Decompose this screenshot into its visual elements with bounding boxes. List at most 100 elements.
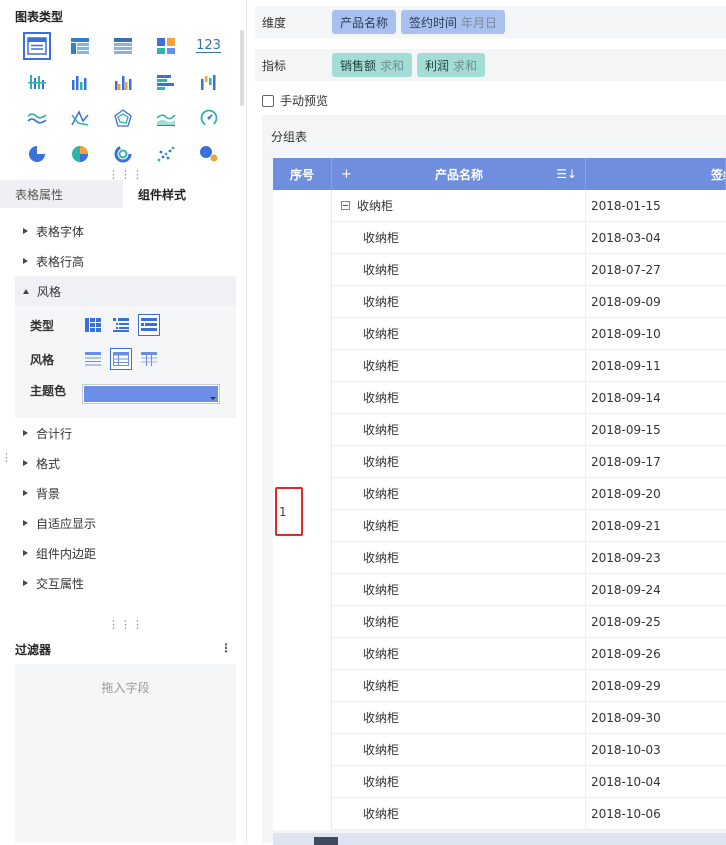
- sign-date-cell: 2018-09-15: [591, 422, 661, 437]
- column-chart-icon[interactable]: [58, 64, 101, 100]
- table-row[interactable]: 收纳柜 2018-09-24: [332, 574, 726, 606]
- table-row[interactable]: 收纳柜 2018-09-10: [332, 318, 726, 350]
- tab-component-style[interactable]: 组件样式: [123, 180, 246, 208]
- more-options-icon[interactable]: ⋮: [220, 641, 232, 655]
- group-table: 序号 + 产品名称 ☰↓ 签约时间 1 收纳柜 2018-01-15 收纳柜 2018…: [273, 158, 726, 830]
- resize-handle-top[interactable]: ⋮⋮⋮: [108, 169, 144, 180]
- table-row[interactable]: 收纳柜 2018-10-03: [332, 734, 726, 766]
- collapse-icon[interactable]: [341, 201, 350, 210]
- bar-chart-icon[interactable]: [144, 64, 187, 100]
- cell-text: 收纳柜: [363, 551, 400, 565]
- expand-arrow-icon: [23, 580, 28, 586]
- cross-table-icon[interactable]: [58, 28, 101, 64]
- cell-text: 收纳柜: [363, 423, 400, 437]
- table-row[interactable]: 收纳柜 2018-09-23: [332, 542, 726, 574]
- plus-icon[interactable]: +: [341, 167, 352, 182]
- expand-arrow-icon: [23, 520, 28, 526]
- gauge-icon[interactable]: [187, 100, 230, 136]
- table-row[interactable]: 收纳柜 2018-09-15: [332, 414, 726, 446]
- table-row[interactable]: 收纳柜 2018-09-26: [332, 638, 726, 670]
- dashboard-kpi-icon[interactable]: [144, 28, 187, 64]
- table-row[interactable]: 收纳柜 2018-07-27: [332, 254, 726, 286]
- header-seq[interactable]: 序号: [273, 158, 332, 190]
- prop-format[interactable]: 格式: [15, 448, 236, 478]
- line-chart-icon[interactable]: [15, 100, 58, 136]
- prop-table-row-height[interactable]: 表格行高: [15, 246, 236, 276]
- table-row[interactable]: 收纳柜 2018-09-25: [332, 606, 726, 638]
- prop-style[interactable]: 风格: [15, 276, 236, 306]
- sign-date-cell: 2018-09-26: [591, 646, 661, 661]
- prop-label: 表格字体: [36, 224, 85, 239]
- style-row: 风格: [30, 348, 166, 370]
- prop-interaction[interactable]: 交互属性: [15, 568, 236, 598]
- theme-color-label: 主题色: [30, 384, 67, 398]
- measure-chip-profit[interactable]: 利润 求和: [417, 53, 486, 77]
- table-row[interactable]: 收纳柜 2018-03-04: [332, 222, 726, 254]
- product-name-cell: 收纳柜: [332, 318, 586, 349]
- radar-chart-icon[interactable]: [101, 100, 144, 136]
- sign-date-cell: 2018-09-29: [591, 678, 661, 693]
- manual-preview-toggle[interactable]: 手动预览: [262, 92, 328, 109]
- type-cross-icon[interactable]: [82, 314, 104, 336]
- style-plain-icon[interactable]: [82, 348, 104, 370]
- sign-date-cell: 2018-09-30: [591, 710, 661, 725]
- type-tree-icon[interactable]: [110, 314, 132, 336]
- header-sign-date[interactable]: 签约时间: [586, 158, 726, 190]
- prop-total-row[interactable]: 合计行: [15, 418, 236, 448]
- prop-table-font[interactable]: 表格字体: [15, 216, 236, 246]
- detail-table-icon[interactable]: [15, 28, 58, 64]
- header-product-name[interactable]: + 产品名称 ☰↓: [332, 158, 586, 190]
- dimension-chip-sign-date[interactable]: 签约时间 年月日: [401, 10, 506, 34]
- filter-drop-zone[interactable]: 拖入字段: [15, 664, 236, 843]
- theme-color-swatch: [84, 386, 218, 402]
- tab-table-properties[interactable]: 表格属性: [0, 180, 123, 208]
- ring-chart-icon[interactable]: [101, 136, 144, 172]
- table-row[interactable]: 收纳柜 2018-10-04: [332, 766, 726, 798]
- scatter-bar-icon[interactable]: [15, 64, 58, 100]
- chart-type-scrollbar[interactable]: [240, 30, 244, 106]
- table-row[interactable]: 收纳柜 2018-09-17: [332, 446, 726, 478]
- table-row[interactable]: 收纳柜 2018-09-29: [332, 670, 726, 702]
- multi-pie-icon[interactable]: [58, 136, 101, 172]
- prop-background[interactable]: 背景: [15, 478, 236, 508]
- pie-chart-icon[interactable]: [15, 136, 58, 172]
- measure-chip-sales[interactable]: 销售额 求和: [332, 53, 413, 77]
- expand-arrow-icon: [23, 228, 28, 234]
- table-row[interactable]: 收纳柜 2018-09-21: [332, 510, 726, 542]
- scatter-plot-icon[interactable]: [144, 136, 187, 172]
- table-row[interactable]: 收纳柜 2018-09-09: [332, 286, 726, 318]
- table-row[interactable]: 收纳柜 2018-10-06: [332, 798, 726, 830]
- cell-text: 收纳柜: [363, 615, 400, 629]
- bubble-chart-icon[interactable]: [187, 136, 230, 172]
- grouped-column-icon[interactable]: [101, 64, 144, 100]
- prop-label: 表格行高: [36, 254, 85, 269]
- pagination-bar: [273, 833, 726, 845]
- table-row[interactable]: 收纳柜 2018-09-30: [332, 702, 726, 734]
- theme-color-picker[interactable]: [82, 384, 220, 404]
- table-row[interactable]: 收纳柜 2018-09-14: [332, 382, 726, 414]
- expand-arrow-icon: [23, 460, 28, 466]
- waterfall-icon[interactable]: [187, 64, 230, 100]
- style-grid-icon[interactable]: [110, 348, 132, 370]
- radar-line-icon[interactable]: [58, 100, 101, 136]
- cell-text: 收纳柜: [363, 807, 400, 821]
- panel-resize-handle[interactable]: ⋮: [1, 452, 13, 463]
- style-stripe-icon[interactable]: [138, 348, 160, 370]
- sort-icon[interactable]: ☰↓: [556, 167, 577, 181]
- type-group-icon[interactable]: [138, 314, 160, 336]
- number-card-icon[interactable]: 123: [187, 28, 230, 64]
- product-name-cell: 收纳柜: [332, 286, 586, 317]
- area-chart-icon[interactable]: [144, 100, 187, 136]
- group-row[interactable]: 收纳柜 2018-01-15: [332, 190, 726, 222]
- page-button[interactable]: [314, 837, 338, 845]
- prop-adaptive-display[interactable]: 自适应显示: [15, 508, 236, 538]
- dimension-chip-product[interactable]: 产品名称: [332, 10, 397, 34]
- prop-inner-padding[interactable]: 组件内边距: [15, 538, 236, 568]
- table-row[interactable]: 收纳柜 2018-09-20: [332, 478, 726, 510]
- resize-handle-bottom[interactable]: ⋮⋮⋮: [108, 619, 144, 630]
- manual-preview-checkbox[interactable]: [262, 94, 274, 107]
- chip-sub: 求和: [453, 58, 478, 73]
- table-row[interactable]: 收纳柜 2018-09-11: [332, 350, 726, 382]
- cell-text: 收纳柜: [363, 743, 400, 757]
- group-table-icon[interactable]: [101, 28, 144, 64]
